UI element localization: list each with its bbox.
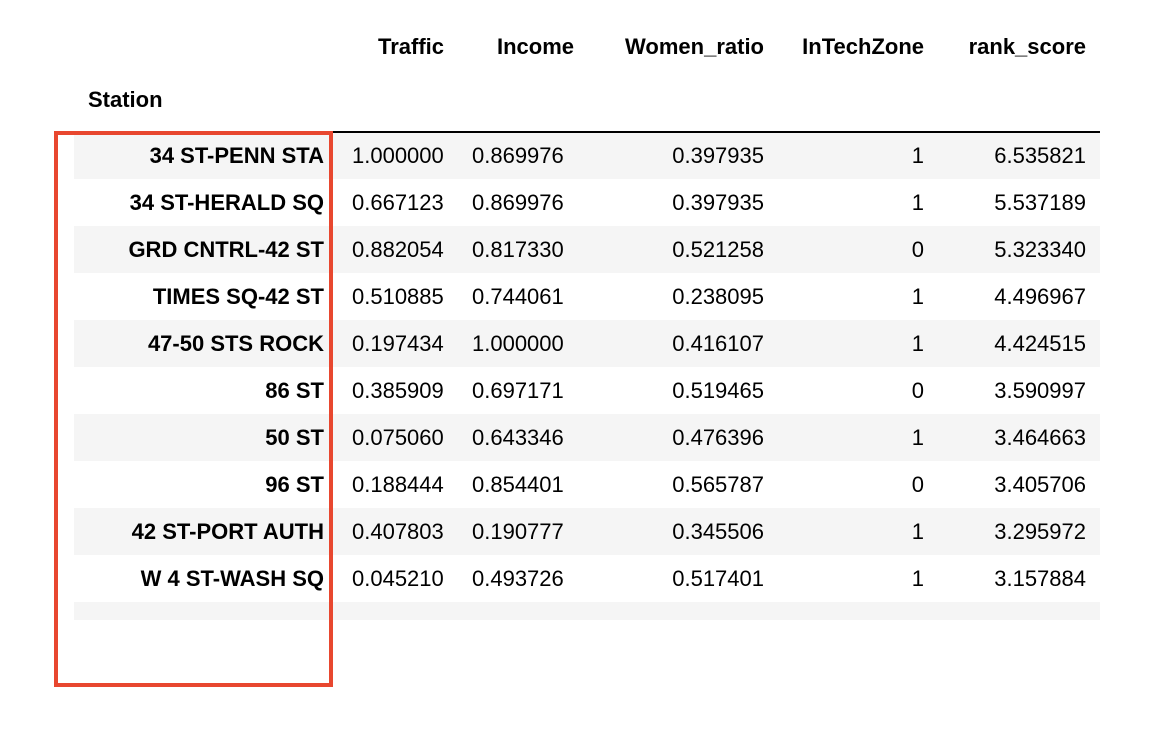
cell-traffic: 0.407803 bbox=[352, 518, 444, 544]
table-row: 86 ST 0.385909 0.697171 0.519465 0 3.590… bbox=[74, 367, 1100, 414]
table-row: W 4 ST-WASH SQ 0.045210 0.493726 0.51740… bbox=[74, 555, 1100, 602]
cell-women-ratio: 0.476396 bbox=[672, 424, 764, 450]
row-index-station: 86 ST bbox=[265, 377, 324, 403]
cell-traffic: 0.882054 bbox=[352, 236, 444, 262]
cell-women-ratio: 0.565787 bbox=[672, 471, 764, 497]
table-body: 34 ST-PENN STA 1.000000 0.869976 0.39793… bbox=[74, 132, 1100, 602]
table-row: GRD CNTRL-42 ST 0.882054 0.817330 0.5212… bbox=[74, 226, 1100, 273]
cell-rank-score: 5.323340 bbox=[994, 236, 1086, 262]
row-index-station: W 4 ST-WASH SQ bbox=[140, 565, 324, 591]
column-header-row: Traffic Income Women_ratio InTechZone ra… bbox=[74, 25, 1100, 69]
corner-cell bbox=[74, 25, 338, 69]
cell-traffic: 1.000000 bbox=[352, 143, 444, 168]
cell-women-ratio: 0.345506 bbox=[672, 518, 764, 544]
cell-intechzone: 0 bbox=[911, 377, 924, 403]
row-index-station: 42 ST-PORT AUTH bbox=[131, 518, 324, 544]
cell-rank-score: 3.157884 bbox=[994, 565, 1086, 591]
cell-rank-score: 3.590997 bbox=[994, 377, 1086, 403]
row-index-station: 34 ST-HERALD SQ bbox=[129, 189, 324, 215]
row-index-station: 47-50 STS ROCK bbox=[147, 330, 324, 356]
index-name-header: Station bbox=[88, 87, 163, 112]
cell-income: 0.817330 bbox=[472, 236, 564, 262]
cell-income: 0.744061 bbox=[472, 283, 564, 309]
cell-women-ratio: 0.521258 bbox=[672, 236, 764, 262]
table-row: TIMES SQ-42 ST 0.510885 0.744061 0.23809… bbox=[74, 273, 1100, 320]
column-header-traffic: Traffic bbox=[377, 34, 444, 59]
column-header-women-ratio: Women_ratio bbox=[625, 34, 764, 59]
cell-women-ratio: 0.519465 bbox=[672, 377, 764, 403]
row-index-station: 50 ST bbox=[265, 424, 324, 450]
table-bottom-stripe bbox=[74, 602, 1100, 620]
cell-traffic: 0.510885 bbox=[352, 283, 444, 309]
table-row: 50 ST 0.075060 0.643346 0.476396 1 3.464… bbox=[74, 414, 1100, 461]
cell-women-ratio: 0.517401 bbox=[672, 565, 764, 591]
cell-income: 0.643346 bbox=[472, 424, 564, 450]
cell-intechzone: 1 bbox=[911, 565, 924, 591]
column-header-rank-score: rank_score bbox=[968, 34, 1086, 59]
cell-traffic: 0.197434 bbox=[352, 330, 444, 356]
column-header-income: Income bbox=[496, 34, 574, 59]
cell-women-ratio: 0.416107 bbox=[672, 330, 764, 356]
row-index-station: 34 ST-PENN STA bbox=[149, 143, 324, 168]
cell-traffic: 0.045210 bbox=[352, 565, 444, 591]
cell-traffic: 0.385909 bbox=[352, 377, 444, 403]
cell-intechzone: 1 bbox=[911, 189, 924, 215]
table-row: 42 ST-PORT AUTH 0.407803 0.190777 0.3455… bbox=[74, 508, 1100, 555]
cell-rank-score: 3.464663 bbox=[994, 424, 1086, 450]
row-index-station: GRD CNTRL-42 ST bbox=[128, 236, 324, 262]
cell-intechzone: 0 bbox=[911, 236, 924, 262]
cell-women-ratio: 0.397935 bbox=[672, 143, 764, 168]
cell-rank-score: 5.537189 bbox=[994, 189, 1086, 215]
row-index-station: 96 ST bbox=[265, 471, 324, 497]
cell-income: 1.000000 bbox=[472, 330, 564, 356]
cell-intechzone: 1 bbox=[911, 143, 924, 168]
cell-women-ratio: 0.238095 bbox=[672, 283, 764, 309]
cell-rank-score: 6.535821 bbox=[994, 143, 1086, 168]
column-header-intechzone: InTechZone bbox=[802, 34, 924, 59]
cell-income: 0.869976 bbox=[472, 189, 564, 215]
cell-income: 0.869976 bbox=[472, 143, 564, 168]
cell-income: 0.493726 bbox=[472, 565, 564, 591]
cell-income: 0.697171 bbox=[472, 377, 564, 403]
table-row: 34 ST-PENN STA 1.000000 0.869976 0.39793… bbox=[74, 132, 1100, 179]
cell-rank-score: 3.405706 bbox=[994, 471, 1086, 497]
cell-intechzone: 1 bbox=[911, 283, 924, 309]
cell-income: 0.854401 bbox=[472, 471, 564, 497]
dataframe-table: Traffic Income Women_ratio InTechZone ra… bbox=[74, 25, 1100, 602]
cell-intechzone: 1 bbox=[911, 518, 924, 544]
cell-traffic: 0.188444 bbox=[352, 471, 444, 497]
cell-rank-score: 3.295972 bbox=[994, 518, 1086, 544]
table-row: 34 ST-HERALD SQ 0.667123 0.869976 0.3979… bbox=[74, 179, 1100, 226]
table-row: 96 ST 0.188444 0.854401 0.565787 0 3.405… bbox=[74, 461, 1100, 508]
cell-intechzone: 1 bbox=[911, 330, 924, 356]
index-header-row: Station bbox=[74, 69, 1100, 132]
cell-traffic: 0.667123 bbox=[352, 189, 444, 215]
row-index-station: TIMES SQ-42 ST bbox=[152, 283, 324, 309]
table-row: 47-50 STS ROCK 0.197434 1.000000 0.41610… bbox=[74, 320, 1100, 367]
cell-intechzone: 1 bbox=[911, 424, 924, 450]
cell-women-ratio: 0.397935 bbox=[672, 189, 764, 215]
cell-intechzone: 0 bbox=[911, 471, 924, 497]
cell-rank-score: 4.424515 bbox=[994, 330, 1086, 356]
cell-traffic: 0.075060 bbox=[352, 424, 444, 450]
cell-income: 0.190777 bbox=[472, 518, 564, 544]
cell-rank-score: 4.496967 bbox=[994, 283, 1086, 309]
dataframe-output: Traffic Income Women_ratio InTechZone ra… bbox=[74, 25, 1100, 620]
